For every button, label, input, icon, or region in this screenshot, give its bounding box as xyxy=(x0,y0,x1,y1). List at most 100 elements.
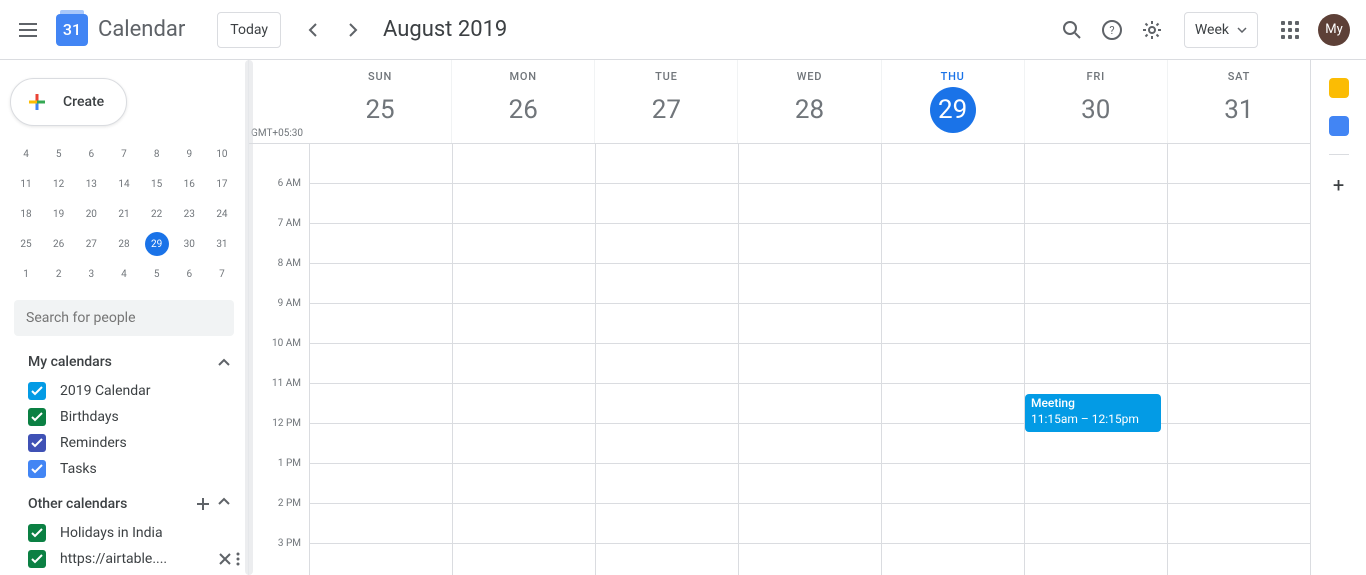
hour-cell[interactable] xyxy=(596,464,738,504)
hour-cell[interactable] xyxy=(1025,184,1167,224)
mini-calendar-day[interactable]: 20 xyxy=(79,202,103,226)
hour-cell[interactable] xyxy=(1168,424,1310,464)
day-number[interactable]: 28 xyxy=(786,87,832,133)
hour-cell[interactable] xyxy=(739,544,881,575)
next-period-button[interactable] xyxy=(333,10,373,50)
hour-cell[interactable] xyxy=(882,544,1024,575)
hour-cell[interactable] xyxy=(596,304,738,344)
day-column[interactable] xyxy=(452,144,595,575)
mini-calendar-day[interactable]: 26 xyxy=(47,232,71,256)
hour-cell[interactable] xyxy=(739,424,881,464)
mini-calendar-day[interactable]: 7 xyxy=(210,262,234,286)
hour-cell[interactable] xyxy=(882,224,1024,264)
mini-calendar-day[interactable]: 10 xyxy=(210,142,234,166)
hour-cell[interactable] xyxy=(882,384,1024,424)
account-avatar[interactable]: My xyxy=(1318,14,1350,46)
mini-calendar-day[interactable]: 11 xyxy=(14,172,38,196)
mini-calendar-day[interactable]: 12 xyxy=(47,172,71,196)
hour-cell[interactable] xyxy=(1025,504,1167,544)
day-number[interactable]: 30 xyxy=(1073,87,1119,133)
day-column[interactable]: Meeting11:15am – 12:15pm xyxy=(1024,144,1167,575)
day-header[interactable]: SAT31 xyxy=(1167,60,1310,143)
calendar-list-item[interactable]: https://airtable.... xyxy=(0,546,248,572)
calendar-checkbox[interactable] xyxy=(28,524,46,542)
day-column[interactable] xyxy=(738,144,881,575)
mini-calendar-day[interactable]: 3 xyxy=(79,262,103,286)
day-column[interactable] xyxy=(309,144,452,575)
hour-cell[interactable] xyxy=(596,424,738,464)
calendar-list-item[interactable]: Tasks xyxy=(0,456,248,482)
hour-cell[interactable] xyxy=(1168,344,1310,384)
create-button[interactable]: Create xyxy=(10,78,127,126)
day-header[interactable]: WED28 xyxy=(737,60,880,143)
hour-cell[interactable] xyxy=(596,144,738,184)
hour-cell[interactable] xyxy=(310,304,452,344)
hour-cell[interactable] xyxy=(310,184,452,224)
calendar-list-item[interactable]: 2019 Calendar xyxy=(0,378,248,404)
mini-calendar-day[interactable]: 17 xyxy=(210,172,234,196)
hour-cell[interactable] xyxy=(453,144,595,184)
grid-scroll[interactable]: 6 AM7 AM8 AM9 AM10 AM11 AM12 PM1 PM2 PM3… xyxy=(249,144,1310,575)
calendar-checkbox[interactable] xyxy=(28,382,46,400)
hour-cell[interactable] xyxy=(453,464,595,504)
hour-cell[interactable] xyxy=(596,384,738,424)
hour-cell[interactable] xyxy=(310,224,452,264)
search-button[interactable] xyxy=(1052,10,1092,50)
hour-cell[interactable] xyxy=(882,344,1024,384)
day-column[interactable] xyxy=(1167,144,1310,575)
day-header[interactable]: SUN25 xyxy=(309,60,451,143)
mini-calendar-day[interactable]: 4 xyxy=(14,142,38,166)
mini-calendar-day[interactable]: 13 xyxy=(79,172,103,196)
mini-calendar-day[interactable]: 29 xyxy=(145,232,169,256)
day-column[interactable] xyxy=(595,144,738,575)
hour-cell[interactable] xyxy=(453,224,595,264)
day-number[interactable]: 26 xyxy=(500,87,546,133)
mini-calendar[interactable]: 4567891011121314151617181920212223242526… xyxy=(0,142,248,286)
hour-cell[interactable] xyxy=(739,224,881,264)
support-button[interactable]: ? xyxy=(1092,10,1132,50)
mini-calendar-day[interactable]: 21 xyxy=(112,202,136,226)
hour-cell[interactable] xyxy=(453,424,595,464)
mini-calendar-day[interactable]: 28 xyxy=(112,232,136,256)
get-addons-button[interactable]: + xyxy=(1333,173,1344,197)
search-people-input[interactable] xyxy=(26,310,222,326)
hour-cell[interactable] xyxy=(1025,304,1167,344)
hour-cell[interactable] xyxy=(1168,384,1310,424)
hour-cell[interactable] xyxy=(1025,144,1167,184)
hour-cell[interactable] xyxy=(1168,144,1310,184)
mini-calendar-day[interactable]: 8 xyxy=(145,142,169,166)
mini-calendar-day[interactable]: 5 xyxy=(145,262,169,286)
day-number[interactable]: 29 xyxy=(930,87,976,133)
calendar-list-item[interactable]: Birthdays xyxy=(0,404,248,430)
hour-cell[interactable] xyxy=(596,224,738,264)
mini-calendar-day[interactable]: 30 xyxy=(177,232,201,256)
hour-cell[interactable] xyxy=(739,344,881,384)
hour-cell[interactable] xyxy=(453,304,595,344)
hour-cell[interactable] xyxy=(739,144,881,184)
calendar-list-item[interactable]: Holidays in India xyxy=(0,520,248,546)
mini-calendar-day[interactable]: 6 xyxy=(177,262,201,286)
hour-cell[interactable] xyxy=(1025,224,1167,264)
hour-cell[interactable] xyxy=(1168,464,1310,504)
prev-period-button[interactable] xyxy=(293,10,333,50)
tasks-addon-button[interactable] xyxy=(1329,116,1349,136)
mini-calendar-day[interactable]: 24 xyxy=(210,202,234,226)
calendar-checkbox[interactable] xyxy=(28,460,46,478)
hour-cell[interactable] xyxy=(1025,264,1167,304)
mini-calendar-day[interactable]: 1 xyxy=(14,262,38,286)
hour-cell[interactable] xyxy=(1168,544,1310,575)
day-header[interactable]: MON26 xyxy=(451,60,594,143)
day-number[interactable]: 31 xyxy=(1216,87,1262,133)
calendar-checkbox[interactable] xyxy=(28,550,46,568)
mini-calendar-day[interactable]: 16 xyxy=(177,172,201,196)
mini-calendar-day[interactable]: 15 xyxy=(145,172,169,196)
day-number[interactable]: 27 xyxy=(643,87,689,133)
day-number[interactable]: 25 xyxy=(357,87,403,133)
hour-cell[interactable] xyxy=(739,504,881,544)
calendar-event[interactable]: Meeting11:15am – 12:15pm xyxy=(1025,394,1161,432)
hour-cell[interactable] xyxy=(882,264,1024,304)
hour-cell[interactable] xyxy=(596,544,738,575)
calendar-checkbox[interactable] xyxy=(28,408,46,426)
day-column[interactable] xyxy=(881,144,1024,575)
mini-calendar-day[interactable]: 31 xyxy=(210,232,234,256)
